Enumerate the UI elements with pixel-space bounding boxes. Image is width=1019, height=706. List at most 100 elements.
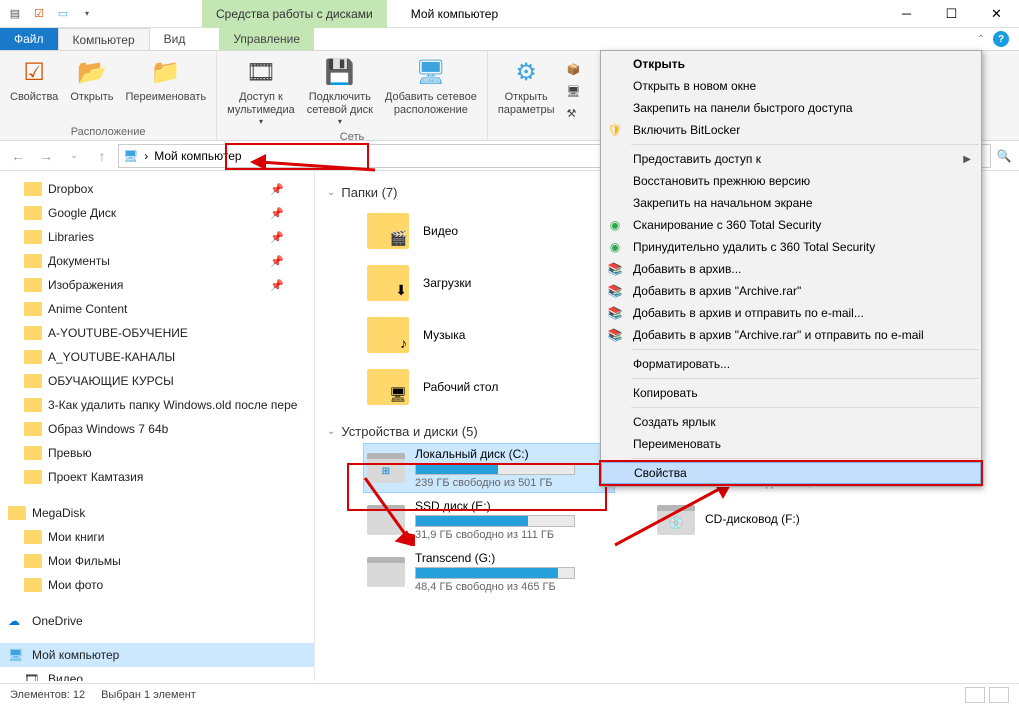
recent-dropdown[interactable]: ⌄ bbox=[62, 144, 86, 168]
sidebar-item[interactable]: A-YOUTUBE-ОБУЧЕНИЕ bbox=[0, 321, 314, 345]
open-settings-button[interactable]: ⚙Открытьпараметры bbox=[494, 55, 559, 119]
breadcrumb-sep: › bbox=[144, 149, 148, 163]
collapse-icon: ⌄ bbox=[327, 187, 335, 198]
close-button[interactable]: ✕ bbox=[974, 0, 1019, 28]
ctx-open[interactable]: Открыть bbox=[601, 53, 981, 75]
sidebar-item[interactable]: ОБУЧАЮЩИЕ КУРСЫ bbox=[0, 369, 314, 393]
ctx-shortcut[interactable]: Создать ярлык bbox=[601, 411, 981, 433]
winrar-icon: 📚 bbox=[607, 305, 623, 321]
sidebar-item[interactable]: Мои книги bbox=[0, 525, 314, 549]
drive-item[interactable]: ⊞Локальный диск (C:)239 ГБ свободно из 5… bbox=[364, 444, 614, 492]
folder-icon bbox=[24, 182, 42, 196]
sidebar-onedrive[interactable]: ☁OneDrive bbox=[0, 609, 314, 633]
ctx-properties[interactable]: Свойства bbox=[601, 462, 981, 484]
folder-thumb-icon: ♪ bbox=[367, 317, 409, 353]
open-button[interactable]: 📂Открыть bbox=[66, 55, 117, 106]
sidebar-item[interactable]: Мои Фильмы bbox=[0, 549, 314, 573]
folder-icon: 🎞 bbox=[24, 672, 42, 681]
qat-pc-icon[interactable]: ▭ bbox=[52, 3, 74, 25]
icons-view-button[interactable] bbox=[989, 687, 1009, 703]
collapse-icon: ⌄ bbox=[327, 426, 335, 437]
folder-icon bbox=[24, 554, 42, 568]
ctx-open-new-window[interactable]: Открыть в новом окне bbox=[601, 75, 981, 97]
ctx-scan-360[interactable]: ◉Сканирование c 360 Total Security bbox=[601, 214, 981, 236]
add-network-button[interactable]: 🖥Добавить сетевоерасположение bbox=[381, 55, 481, 119]
ctx-winrar-email[interactable]: 📚Добавить в архив и отправить по e-mail.… bbox=[601, 302, 981, 324]
minimize-button[interactable]: ─ bbox=[884, 0, 929, 28]
search-button[interactable]: 🔍 bbox=[995, 144, 1013, 168]
qat-dropdown-icon[interactable]: ▾ bbox=[76, 3, 98, 25]
sidebar-item[interactable]: Libraries📌 bbox=[0, 225, 314, 249]
help-icon[interactable]: ? bbox=[993, 31, 1009, 47]
winrar-icon: 📚 bbox=[607, 261, 623, 277]
ctx-winrar-add-named[interactable]: 📚Добавить в архив "Archive.rar" bbox=[601, 280, 981, 302]
file-tab[interactable]: Файл bbox=[0, 28, 58, 50]
sidebar-item[interactable]: Изображения📌 bbox=[0, 273, 314, 297]
map-drive-button[interactable]: 💾Подключитьсетевой диск▾ bbox=[303, 55, 377, 129]
pin-icon: 📌 bbox=[270, 207, 284, 220]
sidebar-this-pc[interactable]: 🖥Мой компьютер bbox=[0, 643, 314, 667]
pc-icon: 🖥 bbox=[8, 648, 26, 662]
back-button[interactable]: ← bbox=[6, 144, 30, 168]
drive-icon bbox=[367, 557, 405, 587]
qat-icon[interactable]: ▤ bbox=[4, 3, 26, 25]
ctx-format[interactable]: Форматировать... bbox=[601, 353, 981, 375]
collapse-ribbon-icon[interactable]: ⌃ bbox=[977, 34, 985, 45]
ctx-force-delete-360[interactable]: ◉Принудительно удалить с 360 Total Secur… bbox=[601, 236, 981, 258]
folder-thumb-icon: 🖥 bbox=[367, 369, 409, 405]
drive-item[interactable]: Transcend (G:)48,4 ГБ свободно из 465 ГБ bbox=[367, 551, 617, 593]
view-tab[interactable]: Вид bbox=[150, 28, 200, 50]
folder-icon bbox=[24, 470, 42, 484]
sidebar-item[interactable]: MegaDisk bbox=[0, 501, 314, 525]
breadcrumb-item[interactable]: Мой компьютер bbox=[154, 149, 241, 163]
sidebar-item[interactable]: Google Диск📌 bbox=[0, 201, 314, 225]
folder-open-icon: 📂 bbox=[76, 57, 108, 89]
forward-button[interactable]: → bbox=[34, 144, 58, 168]
sidebar-item[interactable]: Dropbox📌 bbox=[0, 177, 314, 201]
ctx-restore[interactable]: Восстановить прежнюю версию bbox=[601, 170, 981, 192]
ctx-winrar-add[interactable]: 📚Добавить в архив... bbox=[601, 258, 981, 280]
sidebar-item[interactable]: A_YOUTUBE-КАНАЛЫ bbox=[0, 345, 314, 369]
ctx-rename[interactable]: Переименовать bbox=[601, 433, 981, 455]
folder-icon bbox=[24, 278, 42, 292]
folder-icon bbox=[24, 350, 42, 364]
folder-icon bbox=[24, 302, 42, 316]
manage-tab[interactable]: Управление bbox=[219, 28, 314, 50]
folder-icon bbox=[24, 254, 42, 268]
ctx-winrar-email-named[interactable]: 📚Добавить в архив "Archive.rar" и отправ… bbox=[601, 324, 981, 346]
annotation-highlight bbox=[225, 143, 369, 170]
ctx-pin-quick-access[interactable]: Закрепить на панели быстрого доступа bbox=[601, 97, 981, 119]
ctx-pin-start[interactable]: Закрепить на начальном экране bbox=[601, 192, 981, 214]
ctx-give-access[interactable]: Предоставить доступ к▶ bbox=[601, 148, 981, 170]
drive-item[interactable]: 💿CD-дисковод (F:) bbox=[657, 499, 907, 541]
folder-icon bbox=[24, 422, 42, 436]
winrar-icon: 📚 bbox=[607, 283, 623, 299]
details-view-button[interactable] bbox=[965, 687, 985, 703]
folder-icon bbox=[24, 446, 42, 460]
ribbon-group-network: 🎞Доступ кмультимедиа▾ 💾Подключитьсетевой… bbox=[217, 51, 488, 140]
ctx-bitlocker[interactable]: 🛡Включить BitLocker bbox=[601, 119, 981, 141]
sidebar-item[interactable]: Документы📌 bbox=[0, 249, 314, 273]
sidebar-item[interactable]: Мои фото bbox=[0, 573, 314, 597]
pin-icon: 📌 bbox=[270, 255, 284, 268]
maximize-button[interactable]: ☐ bbox=[929, 0, 974, 28]
qat-props-icon[interactable]: ☑ bbox=[28, 3, 50, 25]
up-button[interactable]: ↑ bbox=[90, 144, 114, 168]
sidebar-item[interactable]: Anime Content bbox=[0, 297, 314, 321]
drive-item[interactable]: SSD диск (E:)31,9 ГБ свободно из 111 ГБ bbox=[367, 499, 617, 541]
pc-icon: 🖥 bbox=[123, 149, 138, 163]
sidebar-video[interactable]: 🎞Видео bbox=[0, 667, 314, 681]
window-title: Мой компьютер bbox=[411, 7, 498, 21]
rename-button[interactable]: 📁Переименовать bbox=[122, 55, 211, 106]
drive-icon: ⊞ bbox=[367, 453, 405, 483]
ctx-copy[interactable]: Копировать bbox=[601, 382, 981, 404]
sidebar-item[interactable]: Образ Windows 7 64b bbox=[0, 417, 314, 441]
properties-button[interactable]: ☑Свойства bbox=[6, 55, 62, 106]
contextual-tab-header: Средства работы с дисками bbox=[202, 0, 387, 28]
sidebar-item[interactable]: 3-Как удалить папку Windows.old после пе… bbox=[0, 393, 314, 417]
computer-tab[interactable]: Компьютер bbox=[58, 28, 150, 50]
system-icon: 🖥 bbox=[567, 83, 581, 99]
sidebar-item[interactable]: Проект Камтазия bbox=[0, 465, 314, 489]
sidebar-item[interactable]: Превью bbox=[0, 441, 314, 465]
media-access-button[interactable]: 🎞Доступ кмультимедиа▾ bbox=[223, 55, 299, 129]
